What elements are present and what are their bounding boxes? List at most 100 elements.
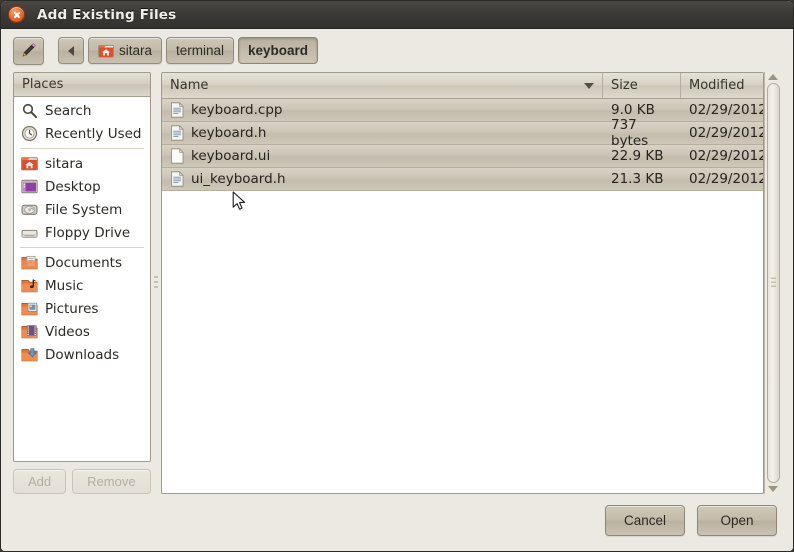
file-list-scrollbar[interactable] <box>764 72 781 494</box>
file-modified: 02/29/2012 <box>689 148 763 164</box>
sidebar-item-label: Floppy Drive <box>45 224 131 241</box>
sidebar-item-file-system[interactable]: File System <box>14 198 150 221</box>
sidebar-item-downloads[interactable]: Downloads <box>14 343 150 366</box>
cancel-button[interactable]: Cancel <box>604 505 685 536</box>
file-name: keyboard.ui <box>191 148 271 164</box>
file-size: 22.9 KB <box>611 148 664 164</box>
home-folder-icon <box>21 157 38 171</box>
column-header-label: Size <box>611 78 638 93</box>
column-header-size[interactable]: Size <box>603 73 681 98</box>
close-icon[interactable] <box>8 6 25 23</box>
sidebar-item-floppy-drive[interactable]: Floppy Drive <box>14 221 150 244</box>
sidebar-item-videos[interactable]: Videos <box>14 320 150 343</box>
places-list: Search Recently Used sitara Desktop File… <box>14 97 150 461</box>
places-header: Places <box>14 73 150 97</box>
scrollbar-grip-icon <box>770 277 776 289</box>
column-header-name[interactable]: Name <box>162 73 603 98</box>
pictures-folder-icon <box>21 302 38 316</box>
file-list-body: keyboard.cpp 9.0 KB 02/29/2012 keyboard.… <box>162 99 763 493</box>
add-place-button[interactable]: Add <box>13 469 67 494</box>
column-header-label: Modified <box>689 78 745 93</box>
pane-splitter[interactable] <box>151 72 161 494</box>
file-list: Name Size Modified keyboard.cpp 9.0 KB 0… <box>161 72 764 494</box>
scroll-up-icon[interactable] <box>768 74 778 80</box>
downloads-folder-icon <box>21 348 38 362</box>
pencil-icon <box>22 43 36 57</box>
sidebar-item-label: Music <box>45 277 84 294</box>
sidebar-item-music[interactable]: Music <box>14 274 150 297</box>
sidebar-item-label: File System <box>45 201 123 218</box>
path-button-sitara[interactable]: sitara <box>88 37 163 64</box>
places-sidebar: Places Search Recently Used sitara Deskt… <box>13 72 151 462</box>
titlebar: Add Existing Files <box>1 1 793 29</box>
file-list-header: Name Size Modified <box>162 73 763 99</box>
text-file-icon <box>171 125 184 141</box>
path-button-label: terminal <box>176 43 225 58</box>
sidebar-divider <box>20 247 144 248</box>
sidebar-item-desktop[interactable]: Desktop <box>14 175 150 198</box>
dialog-footer: Cancel Open <box>1 494 793 551</box>
column-header-label: Name <box>170 78 209 93</box>
desktop-icon <box>21 179 38 194</box>
table-row[interactable]: ui_keyboard.h 21.3 KB 02/29/2012 <box>162 168 763 191</box>
home-folder-icon <box>98 44 114 57</box>
scroll-down-icon[interactable] <box>768 486 778 492</box>
file-name: keyboard.h <box>191 125 267 141</box>
sidebar-item-sitara[interactable]: sitara <box>14 152 150 175</box>
blank-file-icon <box>171 148 184 164</box>
sidebar-item-label: Downloads <box>45 346 120 363</box>
sidebar-item-documents[interactable]: Documents <box>14 251 150 274</box>
column-header-modified[interactable]: Modified <box>681 73 763 98</box>
text-file-icon <box>171 171 184 187</box>
path-button-label: sitara <box>119 43 153 58</box>
file-name-cell: keyboard.h <box>162 122 603 144</box>
file-name-cell: ui_keyboard.h <box>162 168 603 190</box>
path-back-button[interactable] <box>58 37 84 64</box>
path-button-terminal[interactable]: terminal <box>166 37 235 64</box>
file-list-pane: Name Size Modified keyboard.cpp 9.0 KB 0… <box>161 72 764 494</box>
sidebar-item-label: Search <box>45 102 92 119</box>
scrollbar-thumb[interactable] <box>766 83 780 483</box>
file-name-cell: keyboard.cpp <box>162 99 603 121</box>
splitter-grip-icon <box>154 274 158 292</box>
text-file-icon <box>171 102 184 118</box>
sort-descending-icon <box>584 82 594 89</box>
sidebar-item-label: Documents <box>45 254 122 271</box>
table-row[interactable]: keyboard.h 737 bytes 02/29/2012 <box>162 117 763 149</box>
sidebar-item-label: Recently Used <box>45 125 142 142</box>
file-modified: 02/29/2012 <box>689 125 763 141</box>
edit-location-button[interactable] <box>13 36 44 65</box>
sidebar-item-label: Pictures <box>45 300 99 317</box>
documents-folder-icon <box>21 255 38 270</box>
sidebar-item-pictures[interactable]: Pictures <box>14 297 150 320</box>
sidebar-divider <box>20 148 144 149</box>
floppy-drive-icon <box>21 229 38 238</box>
file-chooser-dialog: Add Existing Files sitara terminal keybo… <box>0 0 794 552</box>
sidebar-item-label: Desktop <box>45 178 101 195</box>
path-button-label: keyboard <box>248 43 309 58</box>
path-button-keyboard[interactable]: keyboard <box>238 37 319 64</box>
open-button[interactable]: Open <box>697 505 777 536</box>
dialog-body: Places Search Recently Used sitara Deskt… <box>1 72 793 494</box>
places-pane: Places Search Recently Used sitara Deskt… <box>13 72 151 494</box>
table-row[interactable]: keyboard.ui 22.9 KB 02/29/2012 <box>162 145 763 168</box>
file-modified: 02/29/2012 <box>689 102 763 118</box>
file-size: 737 bytes <box>611 117 649 149</box>
remove-place-button[interactable]: Remove <box>72 469 151 494</box>
sidebar-item-label: sitara <box>45 155 84 172</box>
harddisk-icon <box>21 204 38 215</box>
sidebar-item-search[interactable]: Search <box>14 99 150 122</box>
clock-icon <box>21 125 38 142</box>
triangle-left-icon <box>68 45 74 56</box>
sidebar-item-recently-used[interactable]: Recently Used <box>14 122 150 145</box>
file-name: keyboard.cpp <box>191 102 283 118</box>
file-name-cell: keyboard.ui <box>162 145 603 167</box>
file-name: ui_keyboard.h <box>191 171 286 187</box>
file-size: 21.3 KB <box>611 171 664 187</box>
music-folder-icon <box>21 279 38 293</box>
places-buttons: Add Remove <box>13 462 151 494</box>
window-title: Add Existing Files <box>37 6 177 23</box>
file-modified: 02/29/2012 <box>689 171 763 187</box>
pathbar-toolbar: sitara terminal keyboard <box>1 29 793 72</box>
search-icon <box>22 103 37 118</box>
